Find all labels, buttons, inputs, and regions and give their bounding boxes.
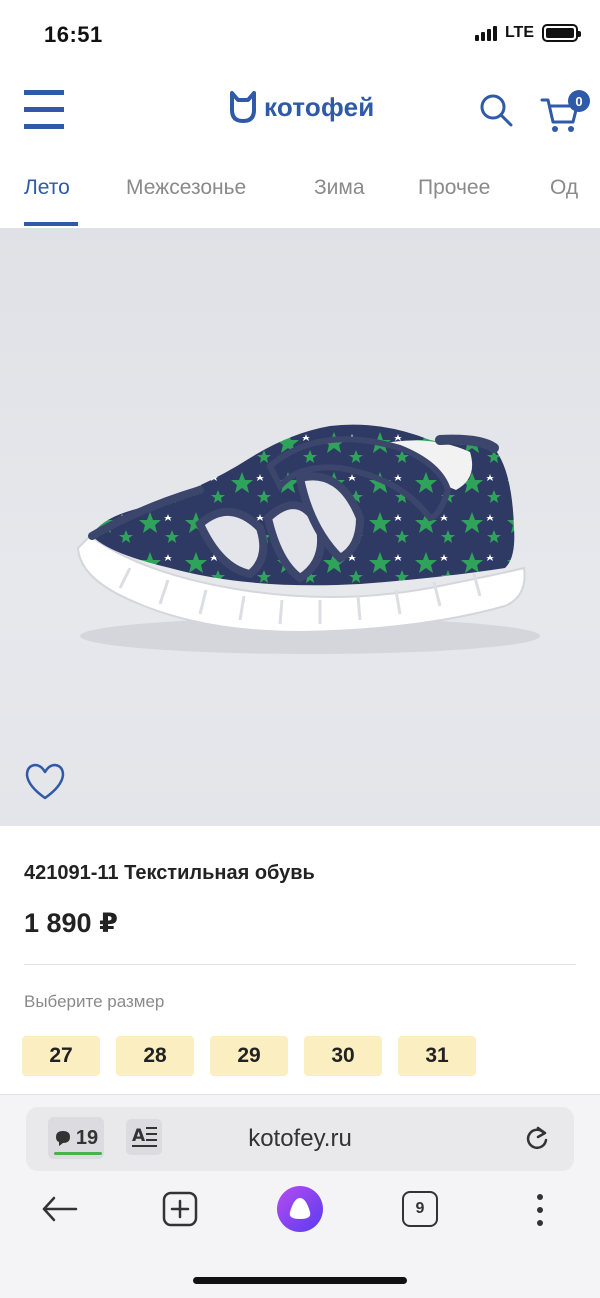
reload-icon[interactable] xyxy=(524,1125,550,1151)
category-tabs: Лето Межсезонье Зима Прочее Од xyxy=(0,152,600,228)
size-selector: 27 28 29 30 31 xyxy=(22,1036,476,1076)
tabs-count-button[interactable]: 9 xyxy=(402,1191,438,1227)
back-arrow-icon[interactable] xyxy=(40,1193,78,1225)
size-prompt-label: Выберите размер xyxy=(24,992,165,1011)
tab-summer[interactable]: Лето xyxy=(24,176,70,200)
size-option-31[interactable]: 31 xyxy=(398,1036,476,1076)
cart-button[interactable]: 0 xyxy=(540,90,590,134)
hamburger-menu-icon[interactable] xyxy=(24,90,64,130)
tab-demiseason[interactable]: Межсезонье xyxy=(126,176,246,200)
size-option-27[interactable]: 27 xyxy=(22,1036,100,1076)
address-bar[interactable]: 19 A kotofey.ru xyxy=(26,1107,574,1171)
more-menu-icon[interactable] xyxy=(530,1193,550,1227)
divider xyxy=(24,964,576,965)
cat-logo-icon xyxy=(230,91,256,123)
new-tab-icon[interactable] xyxy=(162,1191,198,1227)
browser-nav-row: 9 xyxy=(0,1183,600,1239)
logo-text: котофей xyxy=(264,91,375,122)
site-header: котофей 0 xyxy=(0,68,600,152)
browser-toolbar: 19 A kotofey.ru 9 xyxy=(0,1094,600,1298)
signal-icon xyxy=(474,25,497,41)
product-title: 421091-11 Текстильная обувь xyxy=(24,862,315,884)
active-tab-indicator xyxy=(24,222,78,226)
alice-assistant-icon[interactable] xyxy=(276,1185,324,1233)
product-price: 1 890 ₽ xyxy=(24,908,118,938)
tab-winter[interactable]: Зима xyxy=(314,176,365,200)
tab-other[interactable]: Прочее xyxy=(418,176,490,200)
product-image[interactable] xyxy=(0,228,600,826)
tabs-count: 9 xyxy=(415,1200,425,1217)
size-option-28[interactable]: 28 xyxy=(116,1036,194,1076)
status-bar: 16:51 LTE xyxy=(0,0,600,68)
size-option-29[interactable]: 29 xyxy=(210,1036,288,1076)
status-time: 16:51 xyxy=(44,22,103,47)
home-indicator xyxy=(193,1277,407,1284)
status-indicators: LTE xyxy=(474,24,581,42)
search-icon[interactable] xyxy=(478,92,514,128)
battery-icon xyxy=(542,24,581,42)
network-type: LTE xyxy=(504,24,534,41)
size-option-30[interactable]: 30 xyxy=(304,1036,382,1076)
cart-count-badge: 0 xyxy=(568,90,590,112)
site-logo[interactable]: котофей xyxy=(228,90,374,124)
favorite-heart-icon[interactable] xyxy=(24,762,66,802)
url-text[interactable]: kotofey.ru xyxy=(26,1125,574,1153)
sandal-illustration xyxy=(76,424,540,654)
tab-clothing[interactable]: Од xyxy=(550,176,578,200)
